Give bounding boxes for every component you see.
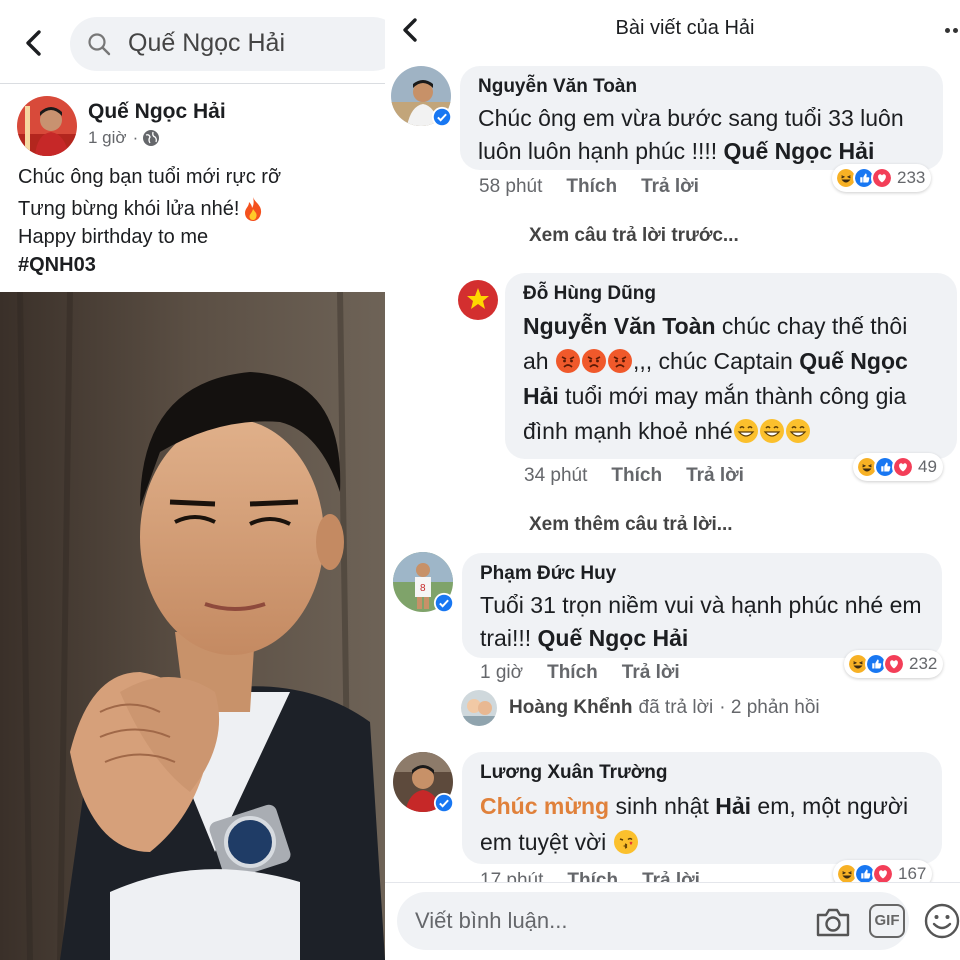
verified-icon xyxy=(433,792,455,814)
post-panel: Quế Ngọc Hải Quế Ngọc Hải 1 giờ · Chúc ô… xyxy=(0,0,385,960)
search-query: Quế Ngọc Hải xyxy=(128,29,286,57)
search-input[interactable]: Quế Ngọc Hải xyxy=(70,17,385,71)
comment-text: Nguyễn Văn Toàn chúc chay thế thôi ah ,,… xyxy=(523,309,939,449)
angry-emoji xyxy=(556,349,580,373)
like-button[interactable]: Thích xyxy=(566,176,617,198)
post-header: Quế Ngọc Hải 1 giờ · xyxy=(0,84,385,164)
like-button[interactable]: Thích xyxy=(547,662,598,684)
svg-text:8: 8 xyxy=(420,583,426,594)
post-meta: 1 giờ · xyxy=(88,128,160,148)
grin-emoji xyxy=(734,419,758,443)
verified-icon xyxy=(433,592,455,614)
see-more-replies[interactable]: Xem thêm câu trả lời... xyxy=(529,514,733,536)
meta-separator: · xyxy=(132,128,139,147)
comment-text: Chúc mừng sinh nhật Hải em, một người em… xyxy=(480,788,924,860)
comment-actions: 1 giờ Thích Trả lời xyxy=(480,662,680,684)
reaction-count: 167 xyxy=(898,864,927,883)
reaction-count: 233 xyxy=(897,168,926,187)
comment-bubble: Nguyễn Văn Toàn Chúc ông em vừa bước san… xyxy=(460,66,943,170)
love-reaction-icon xyxy=(871,167,893,189)
post-line-2: Tưng bừng khói lửa nhé! xyxy=(18,196,265,222)
gif-icon[interactable]: GIF xyxy=(869,904,905,938)
reaction-summary[interactable]: 232 xyxy=(844,650,944,678)
comment-actions: 34 phút Thích Trả lời xyxy=(524,465,744,487)
mention-link[interactable]: Quế Ngọc Hải xyxy=(724,138,875,164)
love-reaction-icon xyxy=(892,456,914,478)
reply-action: đã trả lời xyxy=(638,697,714,718)
kiss-emoji xyxy=(614,830,638,854)
comment-bubble: Lương Xuân Trường Chúc mừng sinh nhật Hả… xyxy=(462,752,942,864)
mention-link[interactable]: Nguyễn Văn Toàn xyxy=(523,313,716,339)
comment-body: sinh nhật xyxy=(609,793,716,819)
comment-text: Chúc ông em vừa bước sang tuổi 33 luôn l… xyxy=(478,102,925,168)
post-author[interactable]: Quế Ngọc Hải xyxy=(88,100,226,124)
love-reaction-icon xyxy=(883,653,905,675)
comment-actions: 58 phút Thích Trả lời xyxy=(479,176,699,198)
reply-button[interactable]: Trả lời xyxy=(641,176,699,198)
comment-bubble: Phạm Đức Huy Tuổi 31 trọn niềm vui và hạ… xyxy=(462,553,942,658)
back-icon[interactable] xyxy=(22,28,46,58)
see-previous-replies[interactable]: Xem câu trả lời trước... xyxy=(529,225,739,247)
comment-author[interactable]: Lương Xuân Trường xyxy=(480,762,924,784)
verified-icon xyxy=(431,106,453,128)
search-header: Quế Ngọc Hải xyxy=(0,0,385,84)
comment-bubble: Đỗ Hùng Dũng Nguyễn Văn Toàn chúc chay t… xyxy=(505,273,957,459)
comment-input[interactable]: Viết bình luận... GIF xyxy=(397,892,909,950)
more-icon[interactable] xyxy=(945,28,960,33)
comment-time: 58 phút xyxy=(479,176,543,197)
comment-composer: Viết bình luận... GIF xyxy=(385,882,960,960)
reply-count: · 2 phản hồi xyxy=(719,697,820,718)
reply-summary[interactable]: Hoàng Khểnh đã trả lời · 2 phản hồi xyxy=(461,690,820,726)
avatar[interactable] xyxy=(393,752,453,812)
mention-link[interactable]: Quế Ngọc Hải xyxy=(538,625,689,651)
comment-body: ,,, chúc Captain xyxy=(632,348,800,374)
grin-emoji xyxy=(786,419,810,443)
post-time: 1 giờ xyxy=(88,128,127,147)
smiley-icon[interactable] xyxy=(923,902,960,940)
comment-author[interactable]: Nguyễn Văn Toàn xyxy=(478,76,925,98)
avatar[interactable]: 8 xyxy=(393,552,453,612)
avatar[interactable] xyxy=(17,96,77,156)
bold-text: Hải xyxy=(715,793,752,819)
globe-icon xyxy=(143,130,160,146)
post-hashtag[interactable]: #QNH03 xyxy=(18,254,96,277)
fire-emoji xyxy=(245,197,262,221)
angry-emoji xyxy=(608,349,632,373)
post-line-1: Chúc ông bạn tuổi mới rực rỡ xyxy=(18,166,282,188)
camera-icon[interactable] xyxy=(815,906,851,938)
search-icon xyxy=(88,33,111,56)
page-title: Bài viết của Hải xyxy=(615,17,755,39)
like-button[interactable]: Thích xyxy=(611,465,662,487)
reaction-summary[interactable]: 49 xyxy=(853,453,943,481)
angry-emoji xyxy=(582,349,606,373)
comment-author[interactable]: Phạm Đức Huy xyxy=(480,563,924,585)
comment-time: 34 phút xyxy=(524,465,588,486)
reaction-summary[interactable]: 233 xyxy=(832,164,932,192)
comment-time: 1 giờ xyxy=(480,662,524,683)
comment-body: tuổi mới may mắn thành công gia đình mạn… xyxy=(523,383,907,444)
reply-button[interactable]: Trả lời xyxy=(686,465,744,487)
avatar[interactable] xyxy=(391,66,451,126)
reaction-count: 232 xyxy=(909,654,938,673)
comments-header: Bài viết của Hải xyxy=(385,0,960,60)
avatar[interactable] xyxy=(458,280,498,320)
post-line-3: Happy birthday to me xyxy=(18,226,209,248)
comments-panel: Bài viết của Hải Nguyễn Văn Toàn Chúc ôn… xyxy=(385,0,960,960)
reaction-count: 49 xyxy=(918,457,937,476)
reply-button[interactable]: Trả lời xyxy=(622,662,680,684)
highlighted-text[interactable]: Chúc mừng xyxy=(480,793,609,819)
comment-text: Tuổi 31 trọn niềm vui và hạnh phúc nhé e… xyxy=(480,589,924,655)
comment-placeholder: Viết bình luận... xyxy=(415,908,568,933)
post-line-2-text: Tưng bừng khói lửa nhé! xyxy=(18,197,240,220)
post-photo[interactable] xyxy=(0,292,385,960)
reply-author: Hoàng Khểnh xyxy=(509,697,633,718)
comment-author[interactable]: Đỗ Hùng Dũng xyxy=(523,283,939,305)
grin-emoji xyxy=(760,419,784,443)
avatar xyxy=(461,690,497,726)
